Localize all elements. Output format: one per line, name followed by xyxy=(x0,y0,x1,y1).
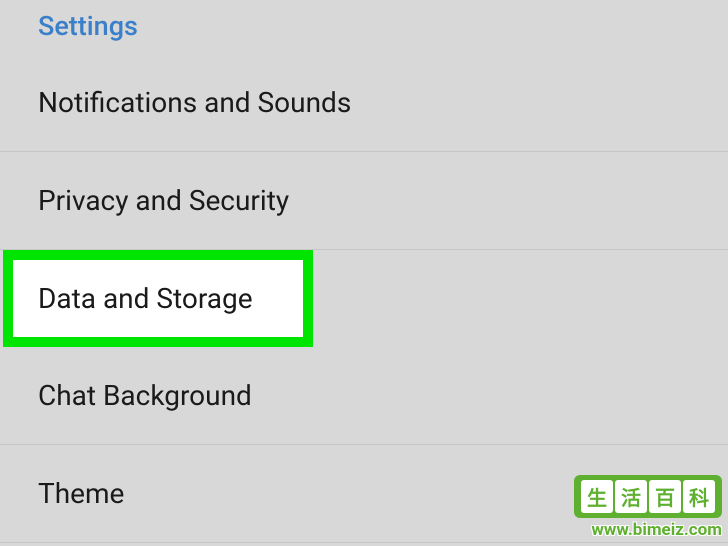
item-label: Chat Background xyxy=(38,379,252,412)
section-header: Settings xyxy=(0,0,728,54)
item-label: Privacy and Security xyxy=(38,184,289,217)
item-label: Theme xyxy=(38,477,124,510)
settings-item-privacy[interactable]: Privacy and Security xyxy=(0,152,728,250)
item-label: Data and Storage xyxy=(38,282,253,315)
watermark-chars: 生 活 百 科 xyxy=(581,480,715,513)
watermark-char: 科 xyxy=(683,480,715,513)
watermark-char: 活 xyxy=(615,480,647,513)
section-title: Settings xyxy=(38,10,138,42)
watermark-logo: 生 活 百 科 xyxy=(574,475,722,518)
settings-item-notifications[interactable]: Notifications and Sounds xyxy=(0,54,728,152)
watermark-char: 百 xyxy=(649,480,681,513)
settings-item-data-storage[interactable]: Data and Storage xyxy=(0,250,728,347)
settings-item-chat-background[interactable]: Chat Background xyxy=(0,347,728,445)
item-label: Notifications and Sounds xyxy=(38,86,351,119)
watermark-url: www.bimeiz.com xyxy=(574,520,722,540)
watermark: 生 活 百 科 www.bimeiz.com xyxy=(574,475,722,540)
watermark-char: 生 xyxy=(581,480,613,513)
highlighted-item-wrapper: Data and Storage xyxy=(0,250,728,347)
